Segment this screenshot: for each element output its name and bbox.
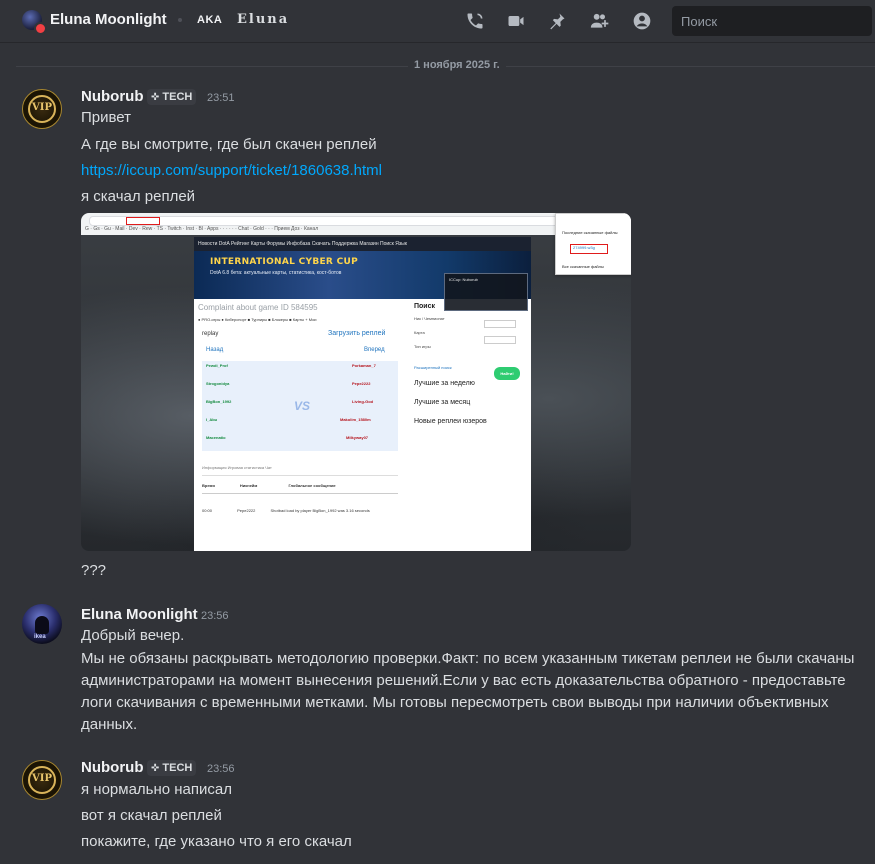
pin-icon[interactable] [545,9,569,33]
player-right: Pepe2222 [352,381,371,386]
server-tag-badge[interactable]: ✜ TECH [147,760,197,776]
add-member-icon[interactable] [588,9,612,33]
replay-label: replay [202,331,219,337]
banner-title: INTERNATIONAL CYBER CUP [210,257,359,267]
vip-badge-icon: VIP [32,102,52,113]
cell-message: Shotbad load by player BigBon_1992 was 3… [270,508,370,513]
new-replays-title: Новые реплеи юзеров [414,418,487,425]
address-bar [89,216,611,226]
message-text: вот я скачал реплей [81,807,222,824]
search-field-box [484,320,516,328]
message-author[interactable]: Nuborub [81,88,143,105]
site-nav: Новости DotA Рейтинг Карты Форумы Инфоба… [194,237,531,251]
aka-label: AKA [197,14,223,26]
complaint-title: Complaint about game ID 584595 [198,303,318,312]
message-author[interactable]: Eluna Moonlight [81,606,198,623]
message-timestamp[interactable]: 23:56 [207,763,235,775]
date-divider-label: 1 ноября 2025 г. [408,59,506,71]
message-text: ??? [81,562,107,579]
site-tabs: ● PRO-игры ● Киберспорт ■ Турниры ■ Блок… [198,317,317,322]
chat-table-row: 00:00 Pepe2222 Shotbad load by player Bi… [202,508,398,513]
player-left: I_Abu [206,417,218,422]
channel-header: Eluna Moonlight AKA Eluna [0,0,875,43]
message-text: А где вы смотрите, где был скачен реплей [81,136,377,153]
cell-nick: Pepe2222 [237,508,256,513]
profile-icon[interactable] [630,9,654,33]
col-time: Время [202,483,215,488]
search-title: Поиск [414,303,436,310]
ticket-link[interactable]: https://iccup.com/support/ticket/1860638… [81,160,382,182]
download-replay-link: Загрузить реплей [328,330,386,337]
search-box[interactable] [672,6,872,36]
best-week-title: Лучшие за неделю [414,380,475,387]
back-link: Назад [206,347,224,353]
col-nick: Никнейм [239,483,258,488]
image-attachment[interactable]: G · Gs · Gu · Mail · Dev · Rew · TS · Tw… [81,213,631,551]
col-message: Глобальное сообщение [288,483,336,488]
search-field-label: Карта [414,330,425,335]
search-field-label: Тип игры [414,344,431,349]
player-right: Porkaman_7 [352,363,376,368]
avatar-caption: ikea [34,634,46,640]
message-timestamp[interactable]: 23:56 [201,610,229,622]
message-text: Привет [81,109,132,126]
player-left: BigBon_1992 [206,399,232,404]
message-author[interactable]: Nuborub [81,759,143,776]
banner-subtitle: DotA 6.8 бета: актуальные карты, статист… [210,270,342,276]
iccup-page: Новости DotA Рейтинг Карты Форумы Инфоба… [194,237,531,551]
downloaded-file-name: 274999.w3g [573,245,595,250]
call-icon[interactable] [463,9,487,33]
chat-table-header: Время Никнейм Глобальное сообщение [202,483,398,494]
search-find-button: Найти! [494,367,520,380]
vip-badge-icon: VIP [32,773,52,784]
dm-username[interactable]: Eluna Moonlight [50,11,167,28]
best-month-title: Лучшие за месяц [414,399,471,406]
status-dnd-icon [34,22,47,35]
player-left: Macenatio [206,435,226,440]
message-text: я скачал реплей [81,188,196,205]
cell-time: 00:00 [202,508,213,513]
search-sidebar: Поиск Ник / Чемпионат Карта Тип игры Най… [414,303,526,425]
gamepad-icon: ✜ [151,91,160,103]
message-text: покажите, где указано что я его скачал [81,833,352,850]
search-field-box [484,336,516,344]
bookmarks-bar: G · Gs · Gu · Mail · Dev · Rew · TS · Tw… [85,226,319,232]
separator-dot [178,18,182,22]
player-left: Pewdi_Prof [206,363,228,368]
replay-tabs: Информация Игровая статистика Чат [202,465,398,476]
teams-panel: Pewdi_Prof Strogonidya BigBon_1992 I_Abu… [202,361,398,451]
downloads-title: Последние скачанные файлы [562,230,618,235]
gamepad-icon: ✜ [151,762,160,774]
site-banner: INTERNATIONAL CYBER CUP DotA 6.8 бета: а… [194,251,531,311]
address-highlight-box [126,217,160,225]
server-tag-badge[interactable]: ✜ TECH [147,89,197,105]
avatar[interactable]: VIP [22,89,62,129]
player-right: Living-God [352,399,374,404]
avatar-figure [35,616,49,634]
message-text: я нормально написал [81,781,232,798]
server-tag-label: TECH [162,91,193,103]
avatar[interactable]: VIP [22,760,62,800]
search-input[interactable] [672,6,852,36]
browser-chrome: G · Gs · Gu · Mail · Dev · Rew · TS · Tw… [81,213,631,235]
all-downloads-link: Все скачанные файлы [562,264,604,269]
player-right: Makolim_1580m [340,417,371,422]
vs-label: VS [294,399,311,413]
video-icon[interactable] [504,9,528,33]
downloads-popup: Последние скачанные файлы 274999.w3g Все… [555,213,631,275]
message-text: Мы не обязаны раскрывать методологию про… [81,650,855,733]
avatar[interactable]: ikea [22,604,62,644]
player-left: Strogonidya [206,381,230,386]
player-right: Milkyway07 [346,435,369,440]
chat-table: Время Никнейм Глобальное сообщение 00:00… [202,483,398,513]
forward-link: Вперед [364,347,385,353]
server-tag-label: TECH [162,762,193,774]
nickname: Eluna [237,12,290,27]
message-timestamp[interactable]: 23:51 [207,92,235,104]
message-text: Добрый вечер. [81,627,185,644]
profile-name: ICCup: Nuborub [449,277,478,282]
